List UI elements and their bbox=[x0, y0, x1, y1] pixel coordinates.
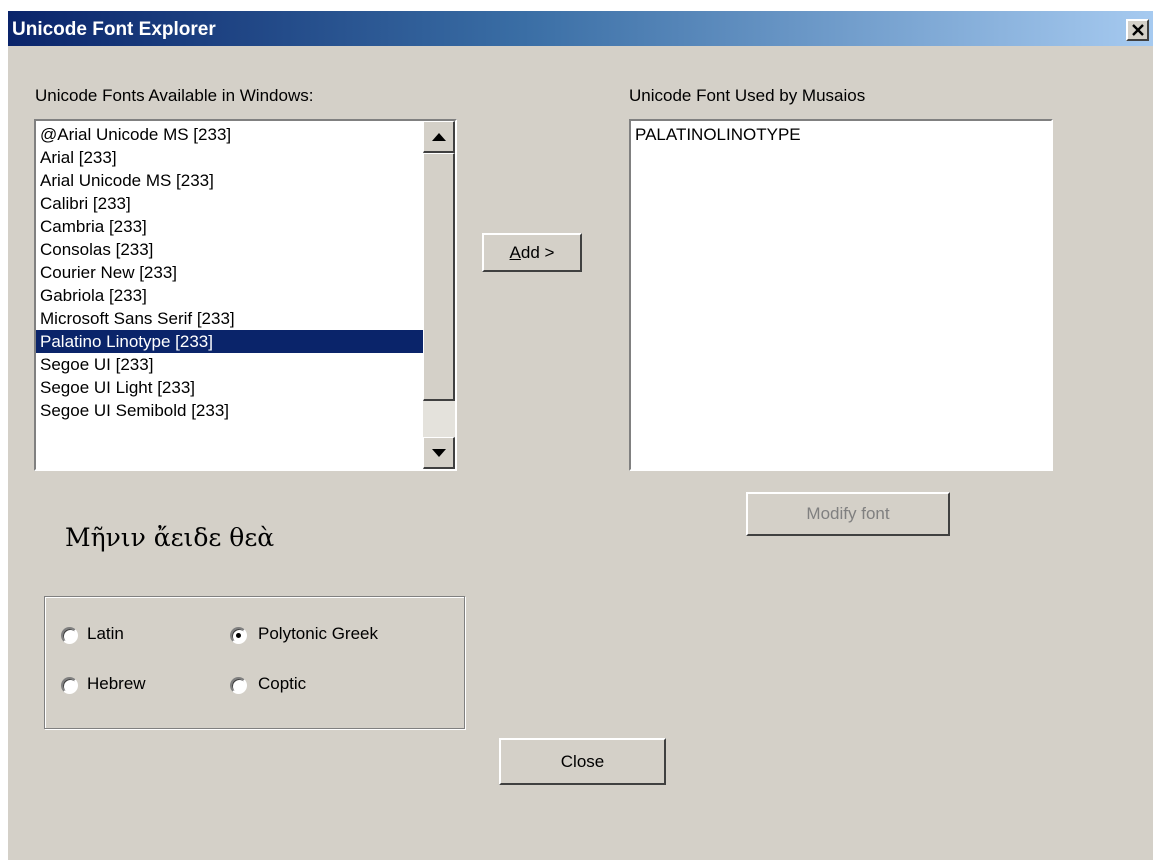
close-button[interactable]: Close bbox=[499, 738, 666, 785]
list-item[interactable]: Palatino Linotype [233] bbox=[36, 330, 423, 353]
close-button-label: Close bbox=[560, 751, 605, 771]
list-item[interactable]: Consolas [233] bbox=[36, 238, 423, 261]
modify-font-button[interactable]: Modify font bbox=[746, 492, 950, 536]
window-title: Unicode Font Explorer bbox=[12, 19, 216, 40]
hebrew-label: Hebrew bbox=[87, 674, 146, 693]
list-item[interactable]: Segoe UI Light [233] bbox=[36, 376, 423, 399]
sample-text-preview: Μῆνιν ἄειδε θεὰ bbox=[65, 523, 275, 552]
used-fonts-list[interactable]: PALATINOLINOTYPE bbox=[629, 119, 1053, 471]
list-item[interactable]: @Arial Unicode MS [233] bbox=[36, 123, 423, 146]
add-button-label: Add > bbox=[509, 242, 555, 262]
available-fonts-scrollbar[interactable] bbox=[423, 121, 455, 469]
scroll-up-button[interactable] bbox=[423, 121, 455, 153]
list-item[interactable]: PALATINOLINOTYPE bbox=[631, 123, 1047, 146]
close-window-button[interactable] bbox=[1126, 19, 1149, 41]
close-icon bbox=[1131, 24, 1144, 36]
scroll-thumb[interactable] bbox=[423, 153, 455, 401]
radio-coptic[interactable] bbox=[230, 677, 247, 694]
latin-label: Latin bbox=[87, 624, 124, 643]
script-group bbox=[44, 596, 465, 729]
radio-polytonic-greek[interactable] bbox=[230, 627, 247, 644]
list-item[interactable]: Courier New [233] bbox=[36, 261, 423, 284]
add-button[interactable]: Add > bbox=[482, 233, 582, 272]
arrow-down-icon bbox=[431, 448, 446, 457]
available-fonts-label: Unicode Fonts Available in Windows: bbox=[35, 86, 314, 105]
list-item[interactable]: Calibri [233] bbox=[36, 192, 423, 215]
list-item[interactable]: Arial Unicode MS [233] bbox=[36, 169, 423, 192]
scroll-down-button[interactable] bbox=[423, 437, 455, 469]
list-item[interactable]: Arial [233] bbox=[36, 146, 423, 169]
list-item[interactable]: Cambria [233] bbox=[36, 215, 423, 238]
list-item[interactable]: Segoe UI [233] bbox=[36, 353, 423, 376]
title-bar[interactable]: Unicode Font Explorer bbox=[8, 11, 1153, 46]
radio-latin[interactable] bbox=[61, 627, 78, 644]
available-fonts-list[interactable]: @Arial Unicode MS [233] Arial [233] Arial … bbox=[34, 119, 457, 471]
list-item[interactable]: Gabriola [233] bbox=[36, 284, 423, 307]
list-item[interactable]: Microsoft Sans Serif [233] bbox=[36, 307, 423, 330]
list-item[interactable]: Segoe UI Semibold [233] bbox=[36, 399, 423, 422]
arrow-up-icon bbox=[431, 132, 446, 141]
radio-hebrew[interactable] bbox=[61, 677, 78, 694]
coptic-label: Coptic bbox=[258, 674, 307, 693]
modify-font-label: Modify font bbox=[806, 504, 890, 523]
polytonic-greek-label: Polytonic Greek bbox=[258, 624, 378, 643]
font-explorer-window: Unicode Font Explorer Unicode Fonts Avai… bbox=[7, 10, 1153, 860]
used-fonts-label: Unicode Font Used by Musaios bbox=[629, 86, 866, 105]
